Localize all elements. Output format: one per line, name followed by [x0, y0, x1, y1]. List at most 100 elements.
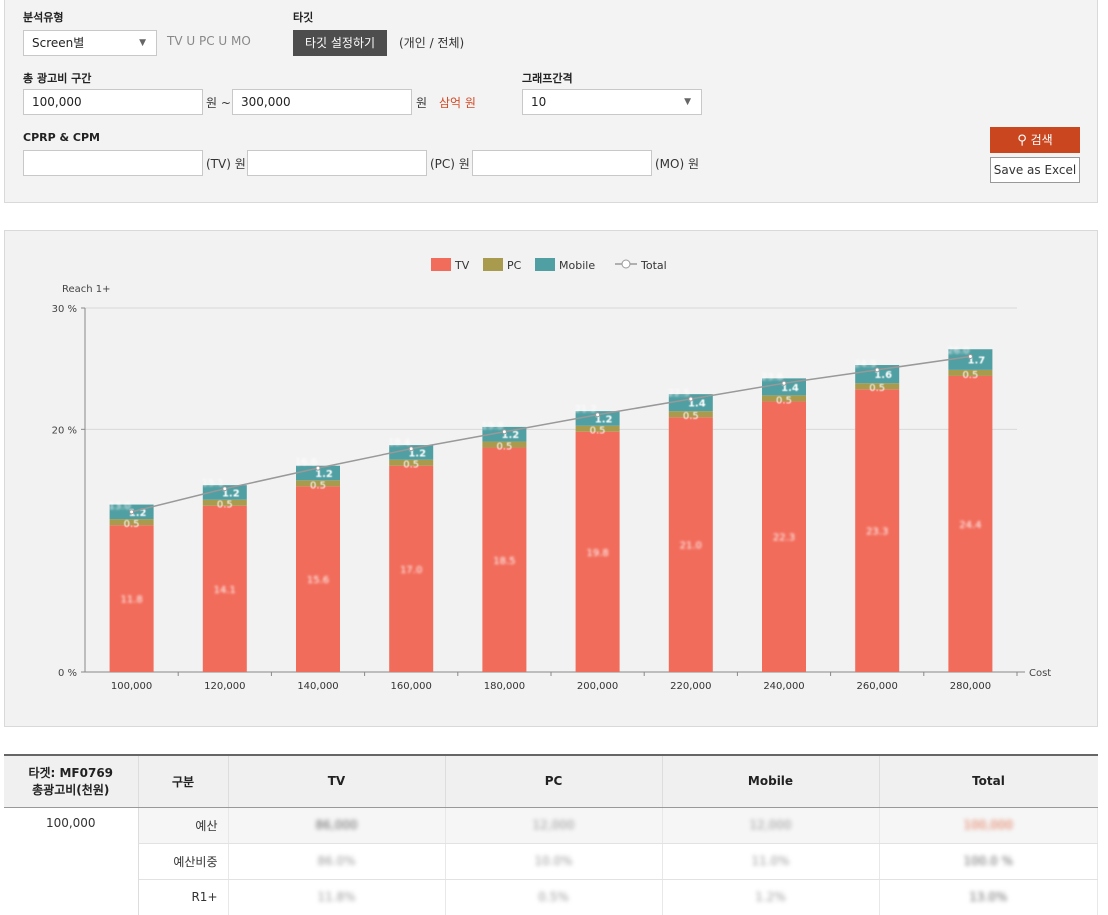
legend-label-total: Total: [640, 259, 667, 272]
tv-data-label: 22.3: [773, 533, 795, 544]
tv-data-label: 23.3: [866, 527, 888, 538]
total-data-label: 21.2: [574, 404, 596, 415]
pc-data-label: 0.5: [962, 370, 978, 381]
cost-range-label: 총 광고비 구간: [23, 72, 92, 85]
filter-panel: 분석유형 Screen별 ▼ TV U PC U MO 타깃 타깃 설정하기 (…: [4, 0, 1098, 203]
pc-data-label: 0.5: [310, 480, 326, 491]
x-tick-label: 140,000: [297, 681, 338, 692]
x-tick-label: 100,000: [111, 681, 152, 692]
y-tick-label: 0 %: [58, 668, 77, 679]
target-settings-button[interactable]: 타깃 설정하기: [293, 30, 387, 56]
total-data-label: 16.8: [295, 457, 317, 468]
total-line: [131, 355, 971, 513]
total-data-label: 23.8: [761, 372, 783, 383]
cost-unit-hint: 삼억 원: [439, 96, 476, 110]
pc-unit-text: (PC) 원: [430, 157, 470, 171]
legend-swatch-tv: [431, 258, 451, 271]
legend-label-mobile: Mobile: [559, 259, 595, 272]
tv-data-label: 14.1: [214, 585, 236, 596]
won-text: 원: [416, 96, 428, 110]
x-tick-label: 120,000: [204, 681, 245, 692]
cprp-label: CPRP & CPM: [23, 131, 100, 144]
pc-data-label: 0.5: [776, 395, 792, 406]
total-data-label: 22.5: [668, 388, 690, 399]
y-axis-label: Reach 1+: [62, 284, 111, 295]
graph-interval-value: 10: [531, 95, 547, 109]
pc-data-label: 0.5: [124, 519, 140, 530]
tv-data-label: 18.5: [493, 556, 515, 567]
analysis-type-value: Screen별: [32, 36, 85, 50]
total-data-label: 18.4: [388, 438, 410, 449]
col-header-total: Total: [879, 755, 1098, 808]
target-label: 타깃: [293, 11, 314, 24]
x-tick-label: 240,000: [763, 681, 804, 692]
x-axis-label: Cost: [1029, 668, 1051, 679]
save-as-excel-button[interactable]: Save as Excel: [990, 157, 1080, 183]
legend-label-pc: PC: [507, 259, 522, 272]
cost-from-input[interactable]: 100,000: [23, 89, 203, 115]
chart-panel: 0 % 20 % 30 % Reach 1+ Cost 100,000 120,000 140…: [4, 230, 1098, 727]
x-tick-label: 220,000: [670, 681, 711, 692]
cost-cell: 100,000: [4, 807, 139, 915]
search-button[interactable]: ⚲ 검색: [990, 127, 1080, 153]
x-tick-label: 180,000: [484, 681, 525, 692]
target-note: (개인 / 전체): [399, 36, 465, 50]
table-cell: 11.8%: [228, 879, 446, 915]
table-header-row: 타겟: MF0769 총광고비(천원) 구분 TV PC Mobile Tota…: [4, 755, 1098, 808]
col-header-mobile: Mobile: [662, 755, 880, 808]
col-header-pc: PC: [445, 755, 663, 808]
y-tick-label: 20 %: [52, 425, 77, 436]
search-icon: ⚲: [1017, 133, 1027, 148]
x-tick-label: 280,000: [950, 681, 991, 692]
graph-interval-label: 그래프간격: [522, 72, 573, 85]
legend-swatch-pc: [483, 258, 503, 271]
row-label: 예산: [138, 807, 229, 844]
table-row: 100,000 예산 86,000 12,000 12,000 100,000: [4, 807, 1098, 915]
pc-data-label: 0.5: [403, 460, 419, 471]
cprp-pc-input[interactable]: [247, 150, 427, 176]
table-cell: 10.0%: [445, 843, 663, 880]
pc-data-label: 0.5: [217, 500, 233, 511]
tv-data-label: 11.8: [120, 595, 142, 606]
analysis-type-label: 분석유형: [23, 11, 64, 24]
analysis-type-select[interactable]: Screen별 ▼: [23, 30, 157, 56]
total-data-label: 15.1: [202, 478, 224, 489]
table-cell: 100,000: [879, 807, 1098, 844]
table-cell: 86,000: [228, 807, 446, 844]
y-tick-label: 30 %: [52, 304, 77, 315]
target-header: 타겟: MF0769: [28, 766, 114, 781]
legend-label-tv: TV: [454, 259, 470, 272]
table-cell: 13.0%: [879, 879, 1098, 915]
tv-data-label: 15.6: [307, 575, 329, 586]
table-cell: 11.0%: [662, 843, 880, 880]
x-tick-label: 260,000: [857, 681, 898, 692]
col-header-type: 구분: [138, 755, 229, 808]
cost-header: 총광고비(천원): [32, 783, 110, 798]
graph-interval-select[interactable]: 10 ▼: [522, 89, 702, 115]
legend-swatch-mobile: [535, 258, 555, 271]
table-row: 예산비중 86.0% 10.0% 11.0% 100.0 %: [4, 843, 1098, 880]
pc-data-label: 0.5: [869, 383, 885, 394]
table-row: R1+ 11.8% 0.5% 1.2% 13.0%: [4, 879, 1098, 915]
target-cost-header: 타겟: MF0769 총광고비(천원): [4, 755, 139, 808]
total-data-label: 26.0: [947, 346, 969, 357]
tv-unit-text: (TV) 원: [206, 157, 246, 171]
cprp-tv-input[interactable]: [23, 150, 203, 176]
cost-to-input[interactable]: 300,000: [232, 89, 412, 115]
tv-data-label: 19.8: [586, 548, 608, 559]
tv-data-label: 21.0: [680, 541, 702, 552]
legend-marker-total: [621, 259, 631, 269]
total-data-label: 24.9: [854, 359, 876, 370]
total-data-label: 19.8: [481, 421, 503, 432]
chevron-down-icon: ▼: [139, 38, 146, 48]
row-label: R1+: [138, 879, 229, 915]
table-cell: 86.0%: [228, 843, 446, 880]
search-button-label: 검색: [1030, 133, 1053, 147]
media-text: TV U PC U MO: [167, 34, 251, 48]
pc-data-label: 0.5: [590, 426, 606, 437]
col-header-tv: TV: [228, 755, 446, 808]
cprp-mo-input[interactable]: [472, 150, 652, 176]
table-cell: 12,000: [445, 807, 663, 844]
tv-data-label: 17.0: [400, 565, 422, 576]
table-cell: 100.0 %: [879, 843, 1098, 880]
